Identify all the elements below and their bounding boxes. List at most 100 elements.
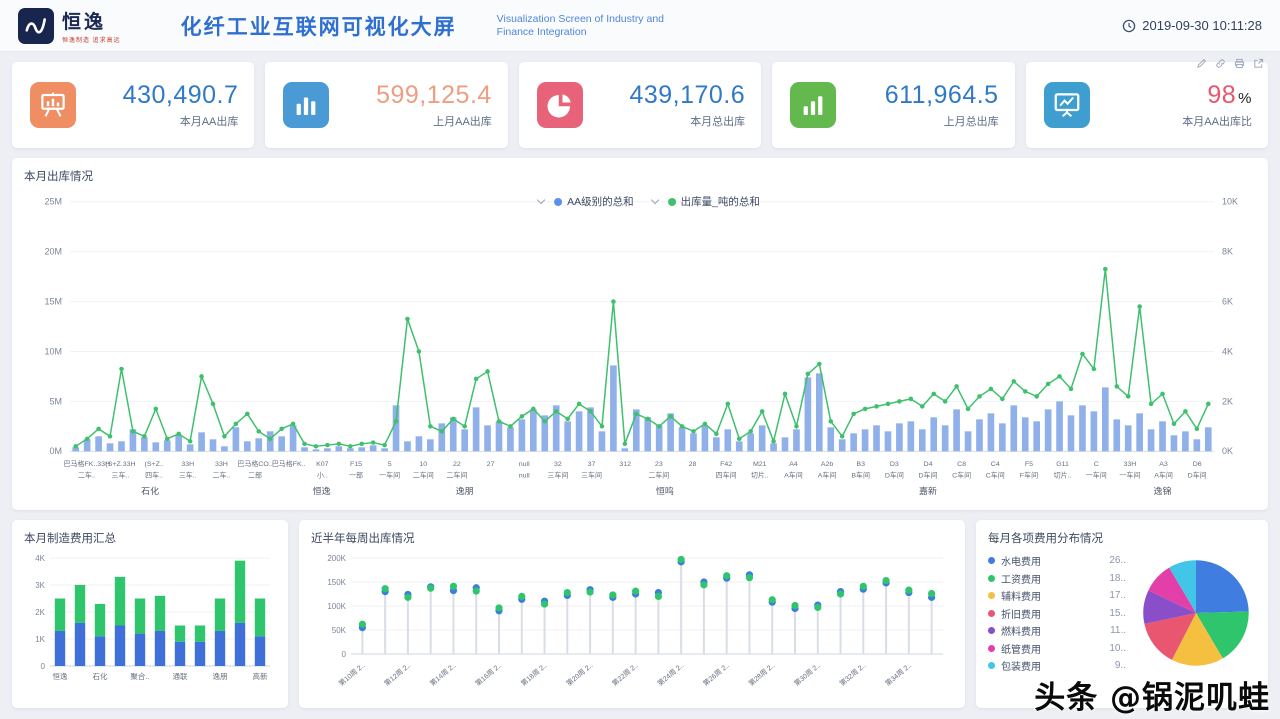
clock-icon — [1122, 19, 1136, 33]
svg-text:第34周 2..: 第34周 2.. — [883, 661, 913, 688]
svg-text:第12周 2..: 第12周 2.. — [382, 661, 412, 688]
svg-text:6K: 6K — [1222, 297, 1233, 307]
svg-text:B车间: B车间 — [851, 471, 870, 480]
legend-label: 包装费用 — [1001, 658, 1041, 673]
lollipop-chart[interactable]: 200K150K100K50K0第10周 2..第12周 2..第14周 2..… — [311, 550, 953, 702]
bar-chart-icon — [283, 82, 329, 128]
svg-text:10K: 10K — [1222, 197, 1238, 207]
pie-legend-item[interactable]: 工资费用18.. — [988, 570, 1136, 588]
svg-text:F车间: F车间 — [1020, 471, 1038, 480]
svg-text:F15: F15 — [350, 461, 362, 468]
svg-text:C车间: C车间 — [986, 471, 1005, 480]
svg-text:二车间: 二车间 — [648, 471, 669, 480]
stacked-bar-chart[interactable]: 4K3K2K1K0恒逸石化聚合..通联逸朋高新 — [24, 550, 276, 702]
kpi-value: 98% — [1090, 81, 1252, 110]
legend-dot — [988, 592, 995, 599]
svg-text:2K: 2K — [1222, 396, 1233, 406]
svg-text:312: 312 — [619, 461, 631, 468]
svg-text:D车间: D车间 — [885, 471, 904, 480]
kpi-card-1: 430,490.7本月AA出库 — [12, 62, 254, 148]
pie-legend: 水电费用26..工资费用18..辅料费用17..折旧费用15..燃料费用11..… — [988, 552, 1136, 675]
svg-text:(S+Z..: (S+Z.. — [144, 461, 163, 468]
svg-text:33H: 33H — [181, 461, 194, 468]
timestamp-text: 2019-09-30 10:11:28 — [1142, 18, 1262, 33]
svg-text:0: 0 — [41, 662, 46, 671]
print-icon[interactable] — [1234, 58, 1245, 69]
svg-text:10: 10 — [419, 461, 427, 468]
svg-text:一车间: 一车间 — [379, 471, 400, 480]
popout-icon[interactable] — [1253, 58, 1264, 69]
legend-dot — [988, 645, 995, 652]
kpi-card-2: 599,125.4上月AA出库 — [265, 62, 507, 148]
svg-text:D车间: D车间 — [918, 471, 937, 480]
pie-legend-item[interactable]: 辅料费用17.. — [988, 587, 1136, 605]
legend-dot — [988, 627, 995, 634]
pie-chart[interactable] — [1136, 553, 1256, 673]
svg-text:石化: 石化 — [93, 671, 108, 681]
pie-legend-item[interactable]: 纸管费用10.. — [988, 640, 1136, 658]
svg-text:嘉新: 嘉新 — [919, 485, 937, 496]
svg-text:null: null — [519, 461, 530, 468]
legend-item[interactable]: 出库量_吨的总和 — [668, 194, 760, 209]
svg-text:0M: 0M — [50, 446, 62, 456]
svg-text:二车间: 二车间 — [413, 471, 434, 480]
svg-text:三车间: 三车间 — [581, 471, 602, 480]
combo-chart[interactable]: 25M10K20M8K15M6K10M4K5M2K0M0K巴马格FK..33H二… — [24, 190, 1256, 502]
legend-value: 10.. — [1109, 643, 1136, 654]
svg-text:A车间: A车间 — [1154, 471, 1173, 480]
pie-legend-item[interactable]: 折旧费用15.. — [988, 605, 1136, 623]
legend-value: 11.. — [1110, 625, 1136, 636]
chevron-down-icon[interactable] — [650, 195, 658, 203]
svg-text:恒逸: 恒逸 — [313, 485, 331, 496]
svg-text:第20周 2..: 第20周 2.. — [564, 661, 594, 688]
svg-text:一车间: 一车间 — [1086, 471, 1107, 480]
legend-value: 9.. — [1115, 660, 1136, 671]
pie-legend-item[interactable]: 燃料费用11.. — [988, 622, 1136, 640]
page-title: 化纤工业互联网可视化大屏 — [181, 11, 457, 41]
svg-text:A3: A3 — [1159, 461, 1168, 468]
svg-text:C: C — [1094, 461, 1099, 468]
pie-legend-item[interactable]: 水电费用26.. — [988, 552, 1136, 570]
legend-label: 出库量_吨的总和 — [681, 194, 760, 209]
svg-text:33H: 33H — [1123, 461, 1136, 468]
kpi-value: 439,170.6 — [583, 81, 745, 110]
svg-text:50K: 50K — [332, 626, 347, 635]
edit-icon[interactable] — [1196, 58, 1207, 69]
chevron-down-icon[interactable] — [537, 195, 545, 203]
svg-text:切片..: 切片.. — [751, 471, 769, 480]
legend-dot — [988, 575, 995, 582]
link-icon[interactable] — [1215, 58, 1226, 69]
easel-chart-icon — [30, 82, 76, 128]
page-subtitle: Visualization Screen of Industry and Fin… — [497, 13, 664, 39]
legend-label: 水电费用 — [1001, 553, 1041, 568]
kpi-label: 本月总出库 — [583, 113, 745, 129]
svg-text:27: 27 — [487, 461, 495, 468]
svg-text:巴马格FK..33H: 巴马格FK..33H — [64, 459, 111, 468]
svg-text:C车间: C车间 — [952, 471, 971, 480]
panel-title-monthly-outbound: 本月出库情况 — [24, 168, 1256, 184]
legend-label: 工资费用 — [1001, 571, 1041, 586]
svg-text:恒逸: 恒逸 — [53, 671, 68, 681]
svg-text:第30周 2..: 第30周 2.. — [792, 661, 822, 688]
svg-text:第22周 2..: 第22周 2.. — [610, 661, 640, 688]
svg-text:D4: D4 — [924, 461, 933, 468]
svg-text:第16周 2..: 第16周 2.. — [473, 661, 503, 688]
svg-text:A车间: A车间 — [818, 471, 837, 480]
svg-text:2K: 2K — [35, 608, 45, 617]
svg-text:二车间: 二车间 — [446, 471, 467, 480]
report-toolbar — [1196, 58, 1264, 69]
svg-text:25M: 25M — [45, 197, 62, 207]
logo-icon — [18, 8, 54, 44]
svg-text:四车..: 四车.. — [145, 471, 163, 480]
legend-dot — [554, 198, 562, 206]
svg-text:D6: D6 — [1193, 461, 1202, 468]
svg-text:K07: K07 — [316, 461, 329, 468]
svg-text:5: 5 — [388, 461, 392, 468]
svg-text:A2b: A2b — [821, 461, 834, 468]
legend-dot — [988, 610, 995, 617]
svg-text:石化: 石化 — [141, 485, 159, 496]
panel-title-expense: 每月各项费用分布情况 — [988, 530, 1256, 546]
legend-item[interactable]: AA级别的总和 — [554, 194, 634, 209]
svg-text:23: 23 — [655, 461, 663, 468]
kpi-label: 本月AA出库 — [76, 113, 238, 129]
